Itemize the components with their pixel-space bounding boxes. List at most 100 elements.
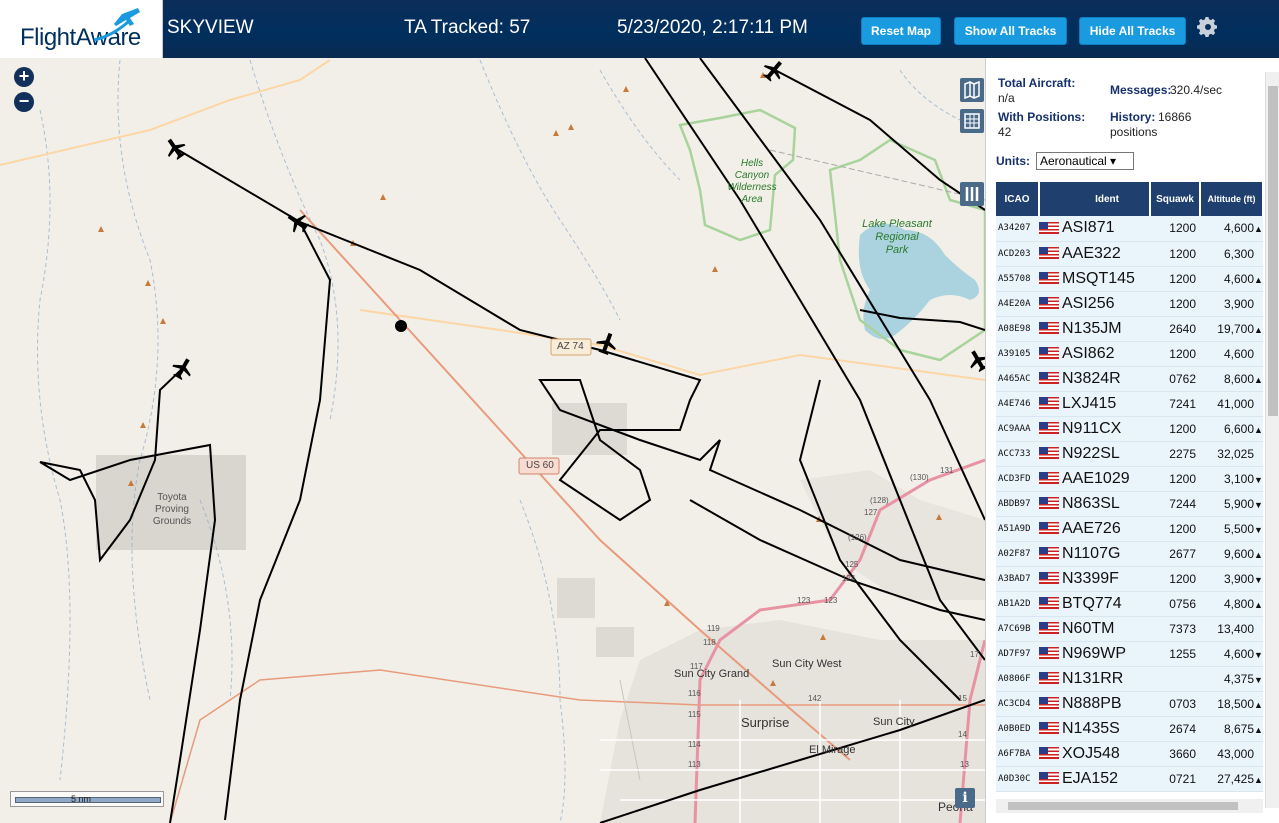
sun-city-west-label: Sun City West (772, 658, 842, 670)
ident-cell: N60TM (1039, 616, 1150, 642)
table-row[interactable]: AC3CD4 N888PB 0703 18,500▲ (996, 691, 1263, 717)
table-row[interactable]: A39105 ASI862 1200 4,600 (996, 341, 1263, 367)
tracked-count: TA Tracked: 57 (404, 17, 531, 38)
us-flag-icon (1039, 297, 1059, 310)
table-row[interactable]: A3BAD7 N3399F 1200 3,900▼ (996, 566, 1263, 592)
squawk-cell: 1200 (1150, 416, 1200, 442)
table-row[interactable]: A0806F N131RR 4,375▼ (996, 666, 1263, 692)
show-all-tracks-button[interactable]: Show All Tracks (954, 17, 1067, 45)
altitude-value: 9,600 (1223, 546, 1254, 561)
icao-cell: A51A9D (996, 516, 1039, 542)
table-row[interactable]: A51A9D AAE726 1200 5,500▼ (996, 516, 1263, 542)
horizontal-scrollbar[interactable] (996, 799, 1263, 813)
squawk-cell: 1200 (1150, 216, 1200, 242)
column-header-ident[interactable]: Ident (1039, 182, 1151, 216)
squawk-cell: 3660 (1150, 741, 1200, 767)
icao-cell: A55708 (996, 266, 1039, 292)
gear-icon[interactable] (1196, 15, 1220, 39)
table-row[interactable]: A6F7BA XOJ548 3660 43,000 (996, 741, 1263, 767)
table-row[interactable]: A4E20A ASI256 1200 3,900 (996, 291, 1263, 317)
column-toggle-icon[interactable] (960, 182, 984, 206)
squawk-cell: 1200 (1150, 241, 1200, 267)
exit-label: 131 (940, 466, 954, 475)
icao-cell: A7C69B (996, 616, 1039, 642)
squawk-cell: 7241 (1150, 391, 1200, 417)
column-header-squawk[interactable]: Squawk (1150, 182, 1201, 216)
ident-text: N3399F (1062, 569, 1119, 587)
altitude-value: 41,000 (1217, 396, 1254, 411)
altitude-value: 4,600 (1223, 221, 1254, 236)
exit-label: 123 (824, 596, 838, 605)
aircraft-table-wrap[interactable]: ICAO Ident Squawk Altitude (ft) A34207 AS… (996, 182, 1263, 798)
squawk-cell (1150, 666, 1200, 692)
squawk-cell: 0762 (1150, 366, 1200, 392)
hide-all-tracks-button[interactable]: Hide All Tracks (1079, 17, 1186, 45)
table-row[interactable]: A02F87 N1107G 2677 9,600▲ (996, 541, 1263, 567)
units-select[interactable]: Aeronautical ▾ (1036, 152, 1134, 170)
squawk-cell: 1200 (1150, 291, 1200, 317)
ident-text: XOJ548 (1062, 744, 1120, 762)
altitude-value: 4,600 (1223, 271, 1254, 286)
table-row[interactable]: ACC733 N922SL 2275 32,025 (996, 441, 1263, 467)
altitude-cell: 5,900▼ (1200, 491, 1263, 517)
exit-label: 125 (845, 560, 859, 569)
column-header-altitude[interactable]: Altitude (ft) (1200, 182, 1263, 216)
icao-cell: ACC733 (996, 441, 1039, 467)
table-row[interactable]: AD7F97 N969WP 1255 4,600▼ (996, 641, 1263, 667)
exit-label: (130) (910, 473, 929, 482)
table-row[interactable]: AB1A2D BTQ774 0756 4,800▲ (996, 591, 1263, 617)
table-row[interactable]: A4E746 LXJ415 7241 41,000 (996, 391, 1263, 417)
altitude-trend-icon: ▼ (1254, 674, 1263, 685)
altitude-cell: 13,400 (1200, 616, 1263, 642)
vertical-scrollbar[interactable] (1265, 72, 1279, 808)
altitude-cell: 3,900 (1200, 291, 1263, 317)
ident-text: ASI862 (1062, 344, 1115, 362)
flightaware-logo[interactable]: FlightAware (0, 0, 163, 58)
table-row[interactable]: A7C69B N60TM 7373 13,400 (996, 616, 1263, 642)
zoom-in-button[interactable]: + (14, 67, 34, 87)
table-row[interactable]: ACD3FD AAE1029 1200 3,100▼ (996, 466, 1263, 492)
map-canvas[interactable]: Hells Canyon Wilderness Area Lake Pleasant… (0, 58, 985, 823)
icao-cell: A6F7BA (996, 741, 1039, 767)
icao-cell: A08E98 (996, 316, 1039, 342)
table-row[interactable]: A08E98 N135JM 2640 19,700▲ (996, 316, 1263, 342)
table-row[interactable]: A34207 ASI871 1200 4,600▲ (996, 216, 1263, 242)
ident-cell: N888PB (1039, 691, 1150, 717)
history-unit: positions (1110, 125, 1158, 139)
map-layers-icon[interactable] (960, 78, 984, 102)
altitude-value: 3,900 (1223, 571, 1254, 586)
altitude-cell: 43,000 (1200, 741, 1263, 767)
with-positions-label: With Positions: (998, 110, 1086, 124)
altitude-value: 13,400 (1217, 621, 1254, 636)
table-row[interactable]: A465AC N3824R 0762 8,600▲ (996, 366, 1263, 392)
column-header-icao[interactable]: ICAO (996, 182, 1040, 216)
us-flag-icon (1039, 272, 1059, 285)
table-row[interactable]: A0B0ED N1435S 2674 8,675▲ (996, 716, 1263, 742)
el-mirage-label: El Mirage (809, 744, 856, 756)
exit-label: 17 (970, 650, 979, 659)
table-row[interactable]: AC9AAA N911CX 1200 6,600▲ (996, 416, 1263, 442)
info-icon[interactable]: i (955, 788, 975, 808)
table-row[interactable]: A55708 MSQT145 1200 4,600▲ (996, 266, 1263, 292)
zoom-out-button[interactable]: − (14, 92, 34, 112)
altitude-value: 32,025 (1217, 446, 1254, 461)
ident-text: MSQT145 (1062, 269, 1135, 287)
altitude-cell: 4,800▲ (1200, 591, 1263, 617)
us-flag-icon (1039, 747, 1059, 760)
table-row[interactable]: ACD203 AAE322 1200 6,300 (996, 241, 1263, 267)
altitude-trend-icon: ▲ (1254, 774, 1263, 785)
messages-value: 320.4/sec (1170, 83, 1223, 97)
table-row[interactable]: ABDB97 N863SL 7244 5,900▼ (996, 491, 1263, 517)
grid-icon[interactable] (960, 109, 984, 133)
ident-cell: N863SL (1039, 491, 1150, 517)
table-row[interactable]: A0D30C EJA152 0721 27,425▲ (996, 766, 1263, 792)
ident-text: N888PB (1062, 694, 1122, 712)
squawk-cell: 2275 (1150, 441, 1200, 467)
reset-map-button[interactable]: Reset Map (861, 17, 941, 45)
altitude-value: 6,600 (1223, 421, 1254, 436)
ident-cell: N3824R (1039, 366, 1150, 392)
ident-text: EJA152 (1062, 769, 1119, 787)
altitude-cell: 4,600▲ (1200, 266, 1263, 292)
exit-label: (128) (870, 496, 889, 505)
ident-cell: EJA152 (1039, 766, 1150, 792)
